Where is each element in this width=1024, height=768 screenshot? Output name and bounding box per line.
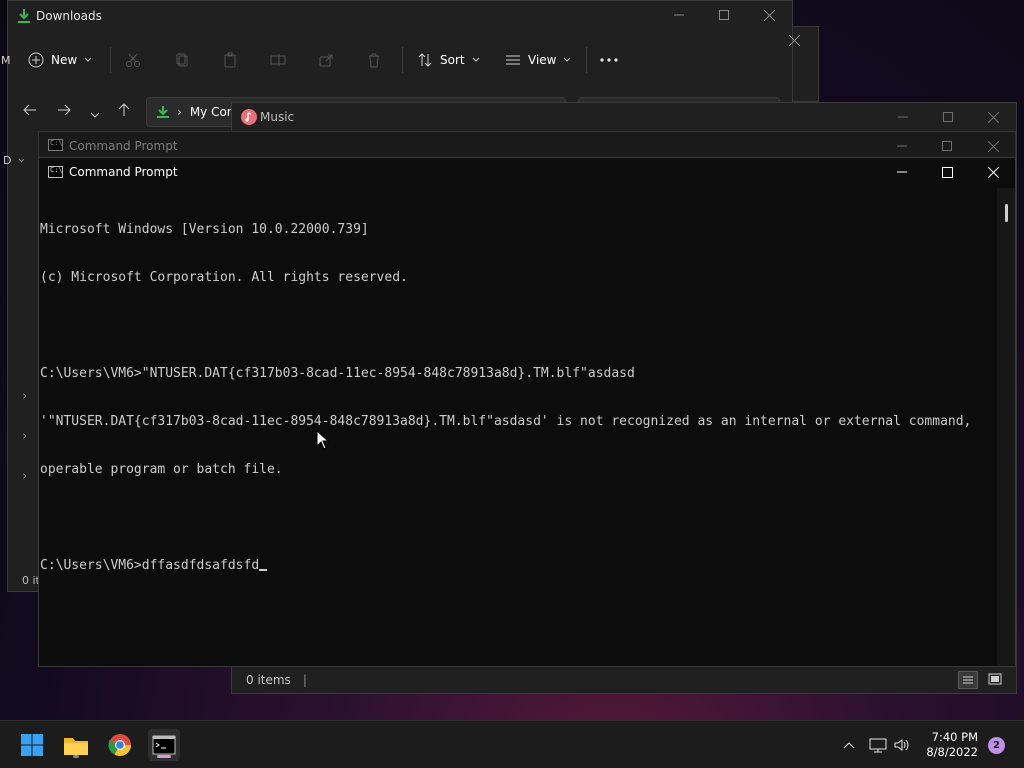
console-prompt-line[interactable]: C:\Users\VM6>dffasdfdsafdsfd [40, 558, 997, 574]
chevron-down-icon [84, 57, 92, 62]
start-button[interactable] [16, 729, 48, 761]
explorer-titlebar[interactable]: Downloads [8, 1, 792, 31]
details-view-icon[interactable] [958, 671, 978, 689]
console-line: (c) Microsoft Corporation. All rights re… [40, 270, 408, 285]
show-hidden-icons-chevron-icon[interactable] [843, 721, 855, 768]
toolbar-divider [402, 47, 403, 73]
volume-icon[interactable] [893, 721, 911, 768]
close-button[interactable] [970, 158, 1016, 186]
nav-expand-chevron-icon[interactable]: › [22, 389, 27, 404]
maximize-button[interactable] [925, 103, 971, 131]
cut-icon[interactable] [125, 49, 141, 71]
forward-arrow-icon[interactable] [57, 104, 71, 119]
paste-icon[interactable] [222, 49, 238, 71]
background-window-letter: D [3, 154, 12, 167]
console-line: operable program or batch file. [40, 462, 283, 477]
taskbar: 7:40 PM 8/8/2022 2 [0, 720, 1024, 768]
folder-icon [64, 738, 88, 755]
background-window-edge [788, 26, 819, 102]
console-scrollbar[interactable] [997, 188, 1015, 666]
maximize-button[interactable] [924, 132, 970, 160]
taskbar-chrome[interactable] [104, 729, 136, 761]
delete-icon[interactable] [366, 49, 382, 71]
background-command-prompt-title: Command Prompt [69, 139, 178, 153]
music-title: Music [260, 110, 295, 124]
command-prompt-window: Command Prompt Microsoft Windows [Versio… [38, 157, 1016, 667]
command-prompt-title: Command Prompt [69, 165, 178, 179]
clock-time: 7:40 PM [931, 730, 978, 744]
background-command-prompt-window[interactable]: Command Prompt [38, 131, 1016, 159]
toolbar-divider [586, 47, 587, 73]
minimize-button[interactable] [879, 132, 925, 160]
up-arrow-icon[interactable] [118, 103, 130, 120]
clock-date: 8/8/2022 [926, 745, 978, 759]
background-window-letter: M [1, 54, 11, 67]
plus-circle-icon [28, 52, 44, 68]
close-button[interactable] [746, 1, 792, 29]
console-line: '"NTUSER.DAT{cf317b03-8cad-11ec-8954-848… [40, 414, 972, 429]
active-indicator [157, 755, 171, 758]
more-options-icon[interactable] [600, 49, 618, 71]
console-scrollbar-thumb[interactable] [1005, 204, 1008, 222]
notification-badge[interactable]: 2 [988, 737, 1005, 754]
nav-expand-chevron-icon[interactable]: › [22, 429, 27, 444]
status-divider: | [302, 673, 307, 687]
nav-expand-chevron-icon[interactable]: ⌄ [16, 151, 27, 166]
minimize-button[interactable] [880, 103, 926, 131]
view-button[interactable]: View [505, 49, 571, 71]
new-button-label: New [51, 53, 78, 67]
maximize-button[interactable] [924, 158, 970, 186]
music-status-bar: 0 items | [232, 667, 1016, 693]
music-status-text: 0 items [246, 673, 291, 687]
explorer-command-bar: New Sort View [8, 37, 792, 83]
view-icon [506, 55, 520, 65]
command-prompt-titlebar[interactable]: Command Prompt [39, 158, 1015, 188]
sort-icon [418, 53, 432, 67]
tiles-view-icon[interactable] [986, 671, 1006, 689]
recent-locations-chevron-icon[interactable] [90, 107, 100, 121]
terminal-icon [48, 139, 63, 151]
music-note-icon [241, 109, 257, 128]
console-line: Microsoft Windows [Version 10.0.22000.73… [40, 222, 369, 237]
windows-logo-icon [21, 734, 43, 756]
nav-expand-chevron-icon[interactable]: › [22, 469, 27, 484]
close-button[interactable] [970, 103, 1016, 131]
share-icon[interactable] [318, 49, 334, 71]
running-indicator [73, 755, 79, 758]
download-icon [157, 106, 169, 118]
chevron-down-icon [564, 57, 571, 62]
console-output[interactable]: Microsoft Windows [Version 10.0.22000.73… [39, 188, 997, 666]
sort-button[interactable]: Sort [417, 49, 480, 71]
sort-button-label: Sort [440, 53, 465, 67]
text-cursor [259, 569, 268, 571]
network-icon[interactable] [869, 721, 887, 768]
copy-icon[interactable] [174, 49, 190, 71]
taskbar-command-prompt[interactable] [148, 729, 180, 761]
close-icon[interactable] [788, 34, 801, 49]
console-prompt-text: C:\Users\VM6>dffasdfdsafdsfd [40, 558, 260, 573]
view-button-label: View [528, 53, 557, 67]
system-clock[interactable]: 7:40 PM 8/8/2022 [926, 730, 978, 760]
back-arrow-icon[interactable] [23, 104, 37, 119]
explorer-title: Downloads [36, 9, 102, 23]
chrome-icon [108, 734, 131, 756]
terminal-icon [48, 166, 63, 178]
terminal-icon [152, 735, 176, 755]
mouse-pointer-icon [316, 430, 330, 450]
console-line: C:\Users\VM6>"NTUSER.DAT{cf317b03-8cad-1… [40, 366, 635, 381]
maximize-button[interactable] [701, 1, 747, 29]
rename-icon[interactable] [270, 49, 286, 71]
minimize-button[interactable] [879, 158, 925, 186]
new-button[interactable]: New [28, 49, 92, 71]
minimize-button[interactable] [656, 1, 702, 29]
download-icon [17, 8, 31, 27]
address-text: My Con [189, 105, 235, 119]
taskbar-file-explorer[interactable] [60, 729, 92, 761]
chevron-down-icon [472, 57, 479, 62]
toolbar-divider [110, 47, 111, 73]
breadcrumb-chevron-icon: › [177, 105, 182, 119]
close-button[interactable] [970, 132, 1016, 160]
